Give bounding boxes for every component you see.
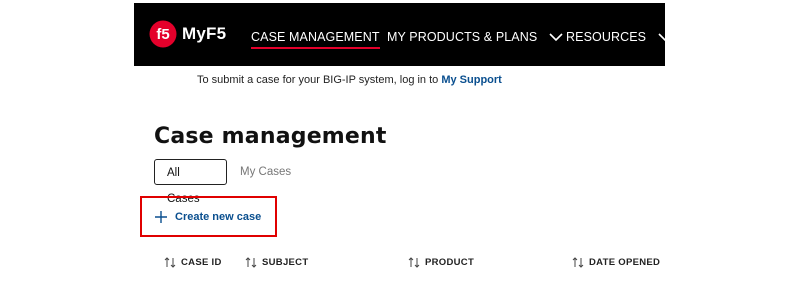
column-header-date-opened-label: DATE OPENED [589, 257, 661, 268]
active-underline [251, 47, 380, 49]
page-title: Case management [154, 124, 387, 149]
brand-name[interactable]: MyF5 [182, 24, 226, 44]
column-header-case-id[interactable]: CASE ID [164, 257, 222, 268]
nav-case-management[interactable]: CASE MANAGEMENT [251, 30, 380, 49]
nav-resources[interactable]: RESOURCES [566, 30, 672, 44]
tab-my-cases[interactable]: My Cases [228, 159, 303, 185]
column-header-subject[interactable]: SUBJECT [245, 257, 308, 268]
plus-icon [155, 210, 167, 223]
chevron-down-icon [658, 33, 672, 42]
nav-case-management-label: CASE MANAGEMENT [251, 30, 380, 44]
create-new-case-label: Create new case [175, 210, 262, 223]
column-header-case-id-label: CASE ID [181, 257, 222, 268]
chevron-down-icon [549, 33, 563, 42]
support-notice-text: To submit a case for your BIG-IP system,… [197, 74, 442, 86]
nav-resources-label: RESOURCES [566, 30, 647, 44]
column-header-date-opened[interactable]: DATE OPENED [572, 257, 660, 268]
tab-all-cases[interactable]: All Cases [154, 159, 227, 205]
my-support-link[interactable]: My Support [441, 74, 502, 86]
sort-icon [572, 257, 584, 268]
sort-icon [408, 257, 420, 268]
column-header-product-label: PRODUCT [425, 257, 475, 268]
support-notice: To submit a case for your BIG-IP system,… [197, 74, 502, 86]
f5-logo[interactable]: f5 [149, 20, 177, 48]
svg-text:f5: f5 [156, 26, 169, 43]
column-header-product[interactable]: PRODUCT [408, 257, 474, 268]
sort-icon [164, 257, 176, 268]
sort-icon [245, 257, 257, 268]
create-new-case-button[interactable]: Create new case [140, 196, 277, 237]
column-header-subject-label: SUBJECT [262, 257, 309, 268]
top-navigation: f5 MyF5 CASE MANAGEMENT MY PRODUCTS & PL… [134, 3, 672, 66]
nav-my-products-plans[interactable]: MY PRODUCTS & PLANS [387, 30, 563, 44]
nav-my-products-plans-label: MY PRODUCTS & PLANS [387, 30, 538, 44]
